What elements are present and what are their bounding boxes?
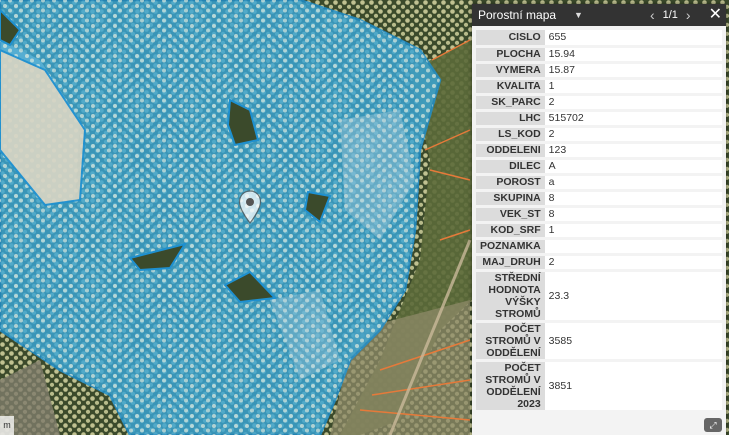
attribute-row: MAJ_DRUH 2 bbox=[476, 254, 722, 272]
attribute-key: STŘEDNÍ HODNOTA VÝŠKY STROMŮ bbox=[476, 270, 545, 323]
attribute-row: STŘEDNÍ HODNOTA VÝŠKY STROMŮ 23.3 bbox=[476, 270, 722, 323]
attribute-row: POČET STROMŮ V ODDĚLENÍ 2023 3851 bbox=[476, 360, 722, 413]
popup-header: Porostní mapa ▼ ‹ 1/1 › ✕ bbox=[472, 4, 726, 26]
attribute-key: DILEC bbox=[476, 158, 545, 176]
attribute-key: SKUPINA bbox=[476, 190, 545, 208]
attribute-value: 1 bbox=[544, 222, 722, 240]
attribute-row: KVALITA 1 bbox=[476, 78, 722, 96]
attribute-value bbox=[544, 238, 722, 256]
attribute-key: CISLO bbox=[476, 30, 545, 48]
page-indicator: 1/1 bbox=[662, 9, 678, 21]
attribute-value: 3585 bbox=[544, 321, 722, 362]
attribute-value: A bbox=[544, 158, 722, 176]
attribute-key: POZNAMKA bbox=[476, 238, 545, 256]
zoom-to-icon[interactable]: ⤢ bbox=[704, 418, 722, 432]
attribute-key: POČET STROMŮ V ODDĚLENÍ bbox=[476, 321, 545, 362]
attribute-row: SK_PARC 2 bbox=[476, 94, 722, 112]
attribute-row: CISLO 655 bbox=[476, 30, 722, 48]
attribute-row: DILEC A bbox=[476, 158, 722, 176]
attribute-value: a bbox=[544, 174, 722, 192]
popup-pager: ‹ 1/1 › ✕ bbox=[650, 7, 722, 23]
attribute-key: ODDELENI bbox=[476, 142, 545, 160]
attribute-value: 2 bbox=[544, 126, 722, 144]
attribute-value: 15.87 bbox=[544, 62, 722, 80]
feature-popup: Porostní mapa ▼ ‹ 1/1 › ✕ CISLO 655 PLOCHA… bbox=[472, 4, 726, 435]
attribute-key: KVALITA bbox=[476, 78, 545, 96]
attribute-key: VEK_ST bbox=[476, 206, 545, 224]
attribute-key: SK_PARC bbox=[476, 94, 545, 112]
chevron-left-icon[interactable]: ‹ bbox=[650, 8, 655, 22]
attribute-row: LS_KOD 2 bbox=[476, 126, 722, 144]
attribute-value: 3851 bbox=[544, 360, 722, 413]
attribute-key: LHC bbox=[476, 110, 545, 128]
attribute-key: VYMERA bbox=[476, 62, 545, 80]
close-icon[interactable]: ✕ bbox=[709, 7, 722, 23]
attribute-value: 2 bbox=[544, 94, 722, 112]
scale-bar: m bbox=[0, 416, 14, 435]
attribute-row: KOD_SRF 1 bbox=[476, 222, 722, 240]
attribute-row: SKUPINA 8 bbox=[476, 190, 722, 208]
attribute-row: VYMERA 15.87 bbox=[476, 62, 722, 80]
attribute-table: CISLO 655 PLOCHA 15.94 VYMERA 15.87 KVALITA 1 SK… bbox=[476, 30, 722, 413]
attribute-key: LS_KOD bbox=[476, 126, 545, 144]
attribute-key: POČET STROMŮ V ODDĚLENÍ 2023 bbox=[476, 360, 545, 413]
caret-down-icon[interactable]: ▼ bbox=[574, 10, 583, 20]
attribute-value: 15.94 bbox=[544, 46, 722, 64]
attribute-key: PLOCHA bbox=[476, 46, 545, 64]
attribute-row: POROST a bbox=[476, 174, 722, 192]
attribute-key: KOD_SRF bbox=[476, 222, 545, 240]
attribute-row: POZNAMKA bbox=[476, 238, 722, 256]
attribute-value: 123 bbox=[544, 142, 722, 160]
popup-body: CISLO 655 PLOCHA 15.94 VYMERA 15.87 KVALITA 1 SK… bbox=[472, 26, 726, 413]
attribute-value: 8 bbox=[544, 206, 722, 224]
chevron-right-icon[interactable]: › bbox=[686, 8, 691, 22]
attribute-key: MAJ_DRUH bbox=[476, 254, 545, 272]
attribute-row: PLOCHA 15.94 bbox=[476, 46, 722, 64]
attribute-row: ODDELENI 123 bbox=[476, 142, 722, 160]
attribute-value: 515702 bbox=[544, 110, 722, 128]
attribute-value: 8 bbox=[544, 190, 722, 208]
attribute-value: 655 bbox=[544, 30, 722, 48]
attribute-row: VEK_ST 8 bbox=[476, 206, 722, 224]
attribute-row: POČET STROMŮ V ODDĚLENÍ 3585 bbox=[476, 321, 722, 362]
attribute-value: 23.3 bbox=[544, 270, 722, 323]
attribute-key: POROST bbox=[476, 174, 545, 192]
popup-title: Porostní mapa bbox=[478, 8, 557, 22]
attribute-row: LHC 515702 bbox=[476, 110, 722, 128]
map-pin-icon[interactable] bbox=[238, 190, 262, 224]
attribute-value: 2 bbox=[544, 254, 722, 272]
attribute-value: 1 bbox=[544, 78, 722, 96]
